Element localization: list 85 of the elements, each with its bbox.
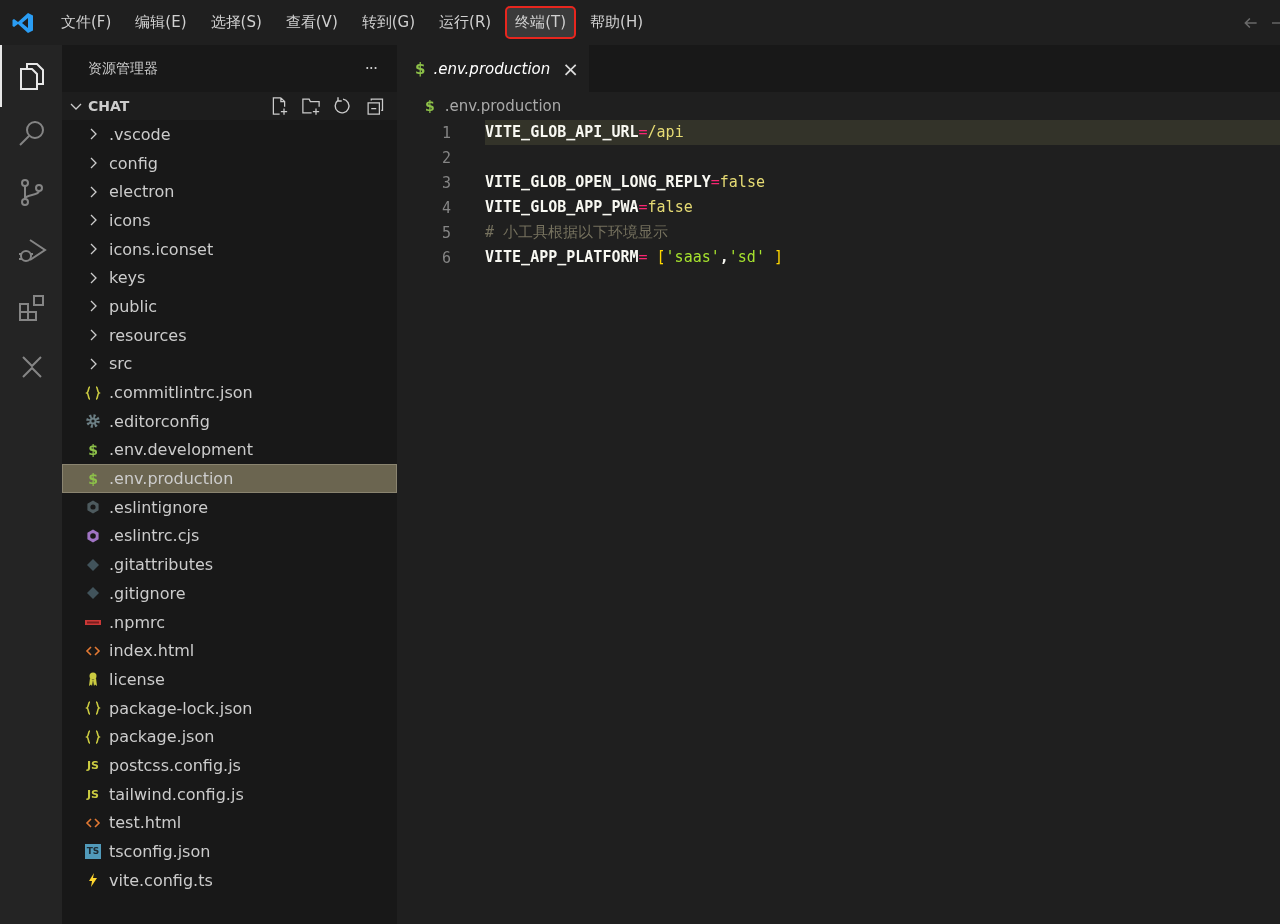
code-operator: = (638, 123, 648, 141)
gear-icon (85, 413, 101, 430)
file-tree-item[interactable]: TS tsconfig.json (62, 837, 397, 866)
breadcrumb-item[interactable]: .env.production (444, 97, 562, 115)
explorer-title: 资源管理器 (88, 59, 158, 78)
file-tree-item[interactable]: $ .env.development (62, 435, 397, 465)
line-number: 3 (440, 173, 451, 192)
code-value: false (647, 198, 693, 216)
code-operator: = (638, 248, 648, 266)
menu-item[interactable]: 选择(S) (200, 6, 272, 39)
code-comment: # 小工具根据以下环境显示 (485, 223, 669, 241)
refresh-icon[interactable] (333, 96, 353, 116)
menu-item[interactable]: 查看(V) (275, 6, 348, 39)
braces-icon (85, 384, 101, 401)
line-number: 6 (440, 248, 451, 267)
dollar-icon: $ (85, 470, 101, 487)
dollar-icon: $ (425, 98, 435, 114)
code-text: VITE_GLOB_OPEN_LONG_REPLY (485, 173, 711, 191)
hexagon-icon (85, 499, 101, 516)
code-value: /api (647, 123, 684, 141)
vscode-logo-icon (11, 10, 35, 35)
collapse-all-icon[interactable] (365, 96, 385, 116)
code-text: VITE_APP_PLATFORM (485, 248, 639, 266)
folder-name[interactable]: CHAT (88, 98, 130, 114)
file-tree-item[interactable]: config (62, 148, 397, 178)
ts-icon: TS (85, 844, 101, 860)
code-string: 'saas' (665, 248, 720, 266)
braces-icon (85, 700, 101, 717)
code-bracket: ] (773, 248, 783, 266)
file-tree-item[interactable]: .gitattributes (62, 550, 397, 579)
editor-tab[interactable]: $ .env.production × (397, 45, 589, 92)
line-number: 1 (440, 123, 451, 142)
file-tree-item[interactable]: index.html (62, 636, 397, 666)
tab-label: .env.production (433, 59, 551, 78)
file-tree-item[interactable]: $ .env.production (62, 464, 397, 493)
file-tree-item[interactable]: icons (62, 206, 397, 235)
menu-item[interactable]: 运行(R) (429, 6, 502, 39)
file-tree-item[interactable]: JS tailwind.config.js (62, 779, 397, 809)
code-text: VITE_GLOB_API_URL (485, 123, 639, 141)
diamond-icon (85, 556, 101, 573)
file-tree-item[interactable]: .eslintignore (62, 492, 397, 522)
menu-item[interactable]: 终端(T) (505, 6, 577, 39)
code-text: VITE_GLOB_APP_PWA (485, 198, 639, 216)
file-tree-item[interactable]: src (62, 349, 397, 379)
menu-item[interactable]: 帮助(H) (580, 6, 654, 39)
file-tree-item[interactable]: public (62, 292, 397, 321)
file-tree-item[interactable]: JS postcss.config.js (62, 751, 397, 780)
new-folder-icon[interactable] (301, 96, 321, 116)
file-tree-item[interactable]: vite.config.ts (62, 865, 397, 895)
menu-item[interactable]: 转到(G) (351, 6, 426, 39)
file-tree-item[interactable]: package-lock.json (62, 693, 397, 723)
hexagon-icon (85, 527, 101, 544)
file-tree-item[interactable]: keys (62, 263, 397, 293)
diamond-icon (85, 585, 101, 602)
menu-item[interactable]: 文件(F) (51, 6, 122, 39)
code-operator: = (710, 173, 720, 191)
line-number: 2 (440, 148, 451, 167)
file-tree-item[interactable]: icons.iconset (62, 234, 397, 264)
code-operator: = (638, 198, 648, 216)
braces-icon (85, 728, 101, 745)
more-actions-button[interactable]: ··· (364, 59, 377, 78)
code-bracket: [ (656, 248, 666, 266)
npm-icon (85, 619, 101, 625)
file-tree-item[interactable]: license (62, 665, 397, 694)
file-tree-item[interactable]: .eslintrc.cjs (62, 521, 397, 551)
close-button[interactable]: × (562, 56, 579, 81)
js-icon: JS (85, 758, 101, 772)
dollar-icon: $ (415, 59, 426, 78)
js-icon: JS (85, 787, 101, 801)
file-tree-item[interactable]: test.html (62, 808, 397, 838)
line-number: 4 (440, 198, 451, 217)
code-text: , (719, 248, 729, 266)
file-tree-item[interactable]: .vscode (62, 120, 397, 149)
file-tree-item[interactable]: package.json (62, 722, 397, 752)
file-tree-item[interactable]: .editorconfig (62, 406, 397, 436)
file-tree-item[interactable]: .gitignore (62, 579, 397, 608)
menu-item[interactable]: 编辑(E) (125, 6, 197, 39)
file-tree-item[interactable]: electron (62, 177, 397, 207)
code-value: false (719, 173, 765, 191)
file-tree-item[interactable]: .commitlintrc.json (62, 378, 397, 407)
file-tree-item[interactable]: .npmrc (62, 607, 397, 637)
dollar-icon: $ (85, 441, 101, 458)
file-tree-item[interactable]: resources (62, 320, 397, 350)
line-number: 5 (440, 223, 451, 242)
code-string: 'sd' (728, 248, 765, 266)
